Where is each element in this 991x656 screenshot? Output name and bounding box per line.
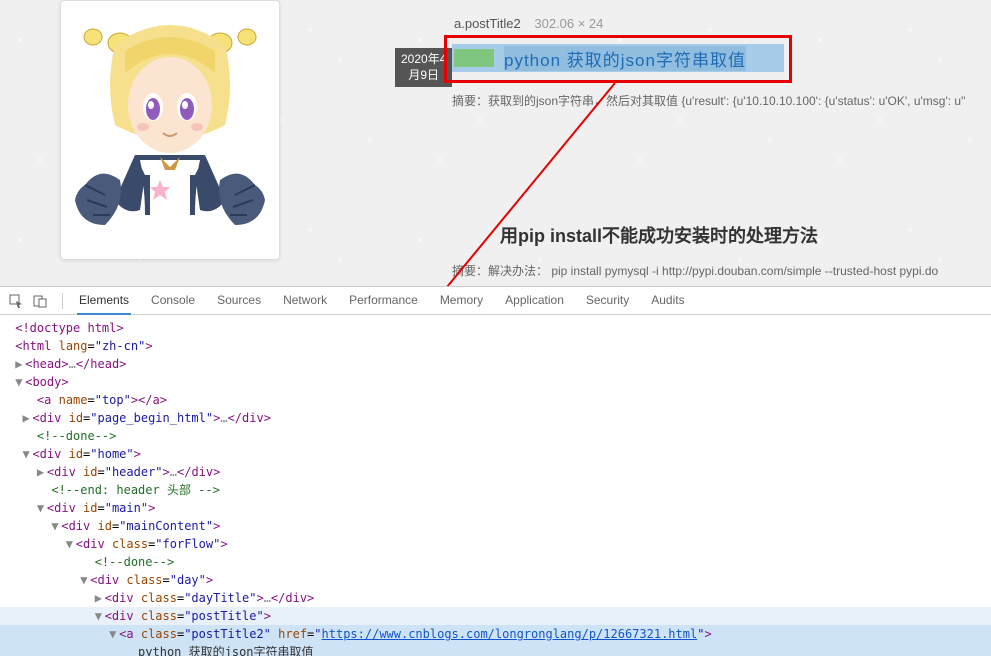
dom-body[interactable]: ▼<body> — [0, 373, 991, 391]
tab-security[interactable]: Security — [584, 287, 631, 315]
dom-daytitle[interactable]: ▶<div class="dayTitle">…</div> — [0, 589, 991, 607]
tooltip-selector: a.postTitle2 — [454, 16, 521, 31]
post1-excerpt: 摘要：获取到的json字符串，然后对其取值 {u'result': {u'10.… — [452, 92, 965, 109]
dom-comment-done[interactable]: <!--done--> — [0, 427, 991, 445]
post2-title[interactable]: 用pip install不能成功安装时的处理方法 — [500, 222, 818, 248]
dom-posttitle2-a[interactable]: ▼<a class="postTitle2" href="https://www… — [0, 625, 991, 643]
tooltip-dimensions: 302.06 × 24 — [534, 16, 603, 31]
post1-title[interactable]: python 获取的json字符串取值 — [504, 46, 746, 71]
dom-comment-done2[interactable]: <!--done--> — [0, 553, 991, 571]
tab-elements[interactable]: Elements — [77, 287, 131, 315]
inspect-icon[interactable] — [8, 293, 24, 309]
date-line2: 月9日 — [401, 68, 446, 84]
tab-performance[interactable]: Performance — [347, 287, 420, 315]
post-title-highlighted[interactable]: python 获取的json字符串取值 — [452, 44, 784, 72]
devtools-tabs: Elements Console Sources Network Perform… — [77, 287, 687, 315]
dom-main[interactable]: ▼<div id="main"> — [0, 499, 991, 517]
dom-forflow[interactable]: ▼<div class="forFlow"> — [0, 535, 991, 553]
inspector-tooltip: a.postTitle2 302.06 × 24 — [454, 16, 603, 31]
avatar-image — [75, 15, 265, 245]
dom-html[interactable]: <html lang="zh-cn"> — [0, 337, 991, 355]
dom-home[interactable]: ▼<div id="home"> — [0, 445, 991, 463]
tab-memory[interactable]: Memory — [438, 287, 485, 315]
dom-day[interactable]: ▼<div class="day"> — [0, 571, 991, 589]
dom-posttitle[interactable]: ▼<div class="postTitle"> — [0, 607, 991, 625]
date-line1: 2020年4 — [401, 52, 446, 68]
tab-sources[interactable]: Sources — [215, 287, 263, 315]
divider — [62, 293, 63, 309]
device-toggle-icon[interactable] — [32, 293, 48, 309]
dom-page-begin[interactable]: ▶<div id="page_begin_html">…</div> — [0, 409, 991, 427]
dom-a-top[interactable]: <a name="top"></a> — [0, 391, 991, 409]
tab-console[interactable]: Console — [149, 287, 197, 315]
dom-doctype[interactable]: <!doctype html> — [0, 319, 991, 337]
tab-audits[interactable]: Audits — [649, 287, 686, 315]
padding-overlay — [454, 49, 494, 67]
dom-head[interactable]: ▶<head>…</head> — [0, 355, 991, 373]
dom-header[interactable]: ▶<div id="header">…</div> — [0, 463, 991, 481]
dom-comment-header[interactable]: <!--end: header 头部 --> — [0, 481, 991, 499]
post2-excerpt: 摘要：解决办法： pip install pymysql -i http://p… — [452, 262, 938, 279]
avatar-frame — [60, 0, 280, 260]
tab-application[interactable]: Application — [503, 287, 566, 315]
dom-maincontent[interactable]: ▼<div id="mainContent"> — [0, 517, 991, 535]
tab-network[interactable]: Network — [281, 287, 329, 315]
devtools-toolbar: Elements Console Sources Network Perform… — [0, 287, 991, 315]
dom-tree[interactable]: <!doctype html> <html lang="zh-cn"> ▶<he… — [0, 315, 991, 656]
dom-a-text[interactable]: python 获取的json字符串取值 — [0, 643, 991, 656]
